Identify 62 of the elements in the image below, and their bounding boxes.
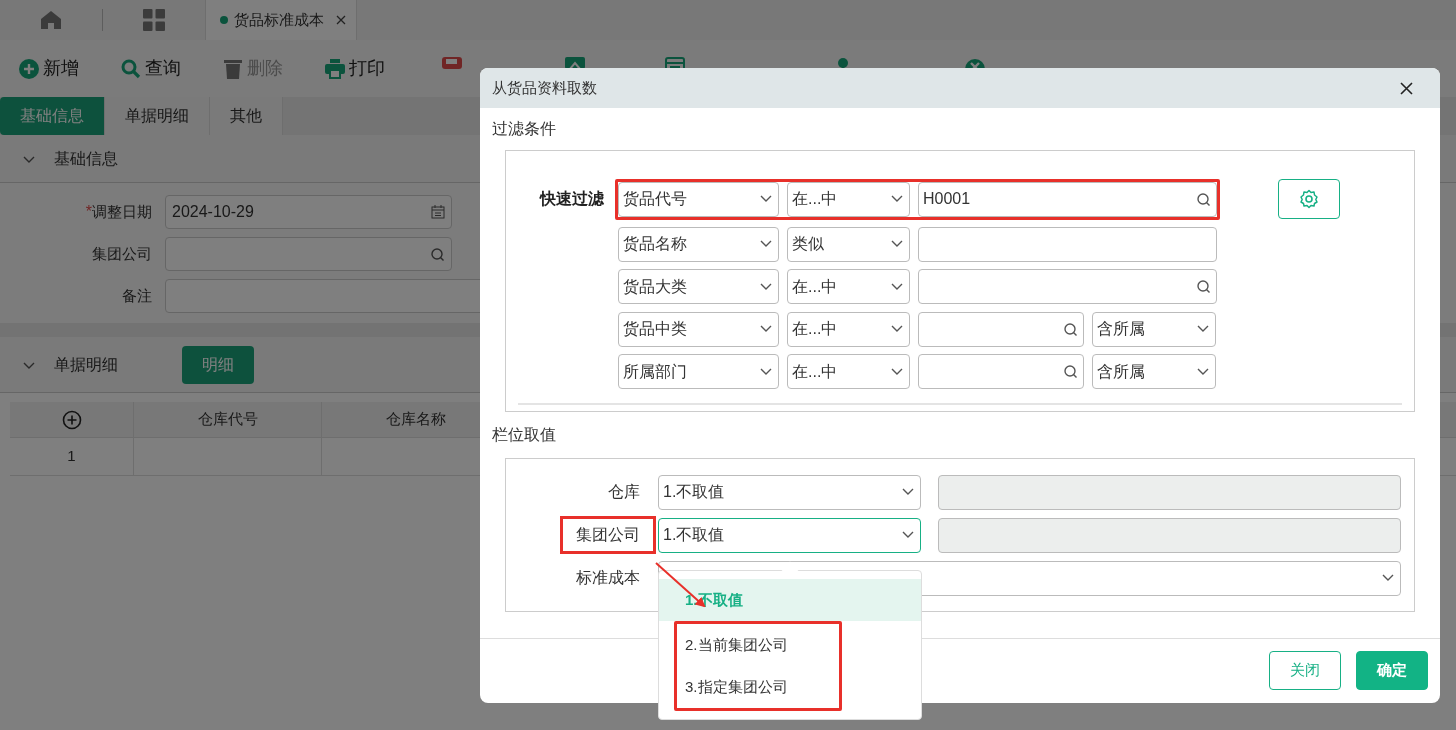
quick-filter-label: 快速过滤 [540,189,604,209]
field-select[interactable]: 所属部门 [618,354,779,389]
search-icon [430,246,445,262]
value-select[interactable]: 1.不取值 [658,517,921,553]
input-field[interactable] [938,474,1401,510]
required-mark: * [85,202,92,222]
scope-select[interactable]: 含所属 [1092,354,1216,389]
settings-icon [1299,189,1319,209]
home-icon [40,10,62,30]
dropdown-option[interactable]: 3.指定集团公司 [677,666,839,708]
close-icon [336,15,346,25]
tab-label: 货品标准成本 [234,9,324,30]
search-icon [1063,364,1078,379]
plus-icon [19,58,39,79]
search-icon [121,58,141,79]
field-label: 调整日期 [92,201,152,222]
toolbar-button[interactable]: 新增 [19,48,95,89]
input-field[interactable] [918,311,1084,347]
upload-icon [565,57,585,69]
dropdown-option[interactable]: 2.当前集团公司 [677,624,839,666]
close-icon [1400,81,1413,95]
field-select[interactable]: 货品中类 [618,311,779,347]
section-tab[interactable]: 其他 [210,97,283,135]
field-select[interactable]: 货品大类 [618,269,779,304]
calendar-icon [431,205,445,219]
field-label: 备注 [122,285,152,306]
trash-icon [223,58,243,79]
input-field[interactable] [938,517,1401,553]
input-field[interactable] [918,269,1217,304]
add-row-icon [61,409,82,430]
search-icon [1196,279,1211,294]
date-field[interactable]: 2024-10-29 [165,195,452,229]
settings-button[interactable] [1278,179,1340,219]
section-title: 基础信息 [54,148,119,169]
operator-select[interactable]: 在...中 [787,354,910,389]
section-tab[interactable]: 单据明细 [105,97,210,135]
field-label: 标准成本 [575,568,641,588]
document-tab[interactable]: 货品标准成本 [205,0,357,40]
apps-icon [143,9,165,31]
operator-select[interactable]: 在...中 [787,311,910,347]
search-icon [1196,191,1211,207]
search-icon [1063,321,1078,337]
field-select[interactable]: 货品名称 [618,226,779,262]
toolbar-button[interactable]: 查询 [121,48,197,89]
printer-icon [325,58,345,79]
section-title: 单据明细 [54,354,119,375]
operator-select[interactable]: 在...中 [787,269,910,304]
column-header: 仓库代号 [134,402,322,437]
input-field[interactable] [918,354,1084,389]
field-label: 集团公司 [92,243,152,264]
field-label: 仓库 [607,482,641,502]
section-title: 过滤条件 [491,119,557,139]
document-icon [665,57,685,69]
value-select[interactable]: 1.不取值 [658,474,921,510]
toolbar-button[interactable]: 打印 [325,48,401,89]
input-field[interactable] [165,237,452,271]
dialog-title: 从货品资料取数 [492,77,597,98]
operator-select[interactable]: 类似 [787,226,910,262]
row-number: 1 [10,438,134,475]
scope-select[interactable]: 含所属 [1092,311,1216,347]
input-field[interactable] [918,226,1217,262]
field-label: 集团公司 [560,516,656,554]
